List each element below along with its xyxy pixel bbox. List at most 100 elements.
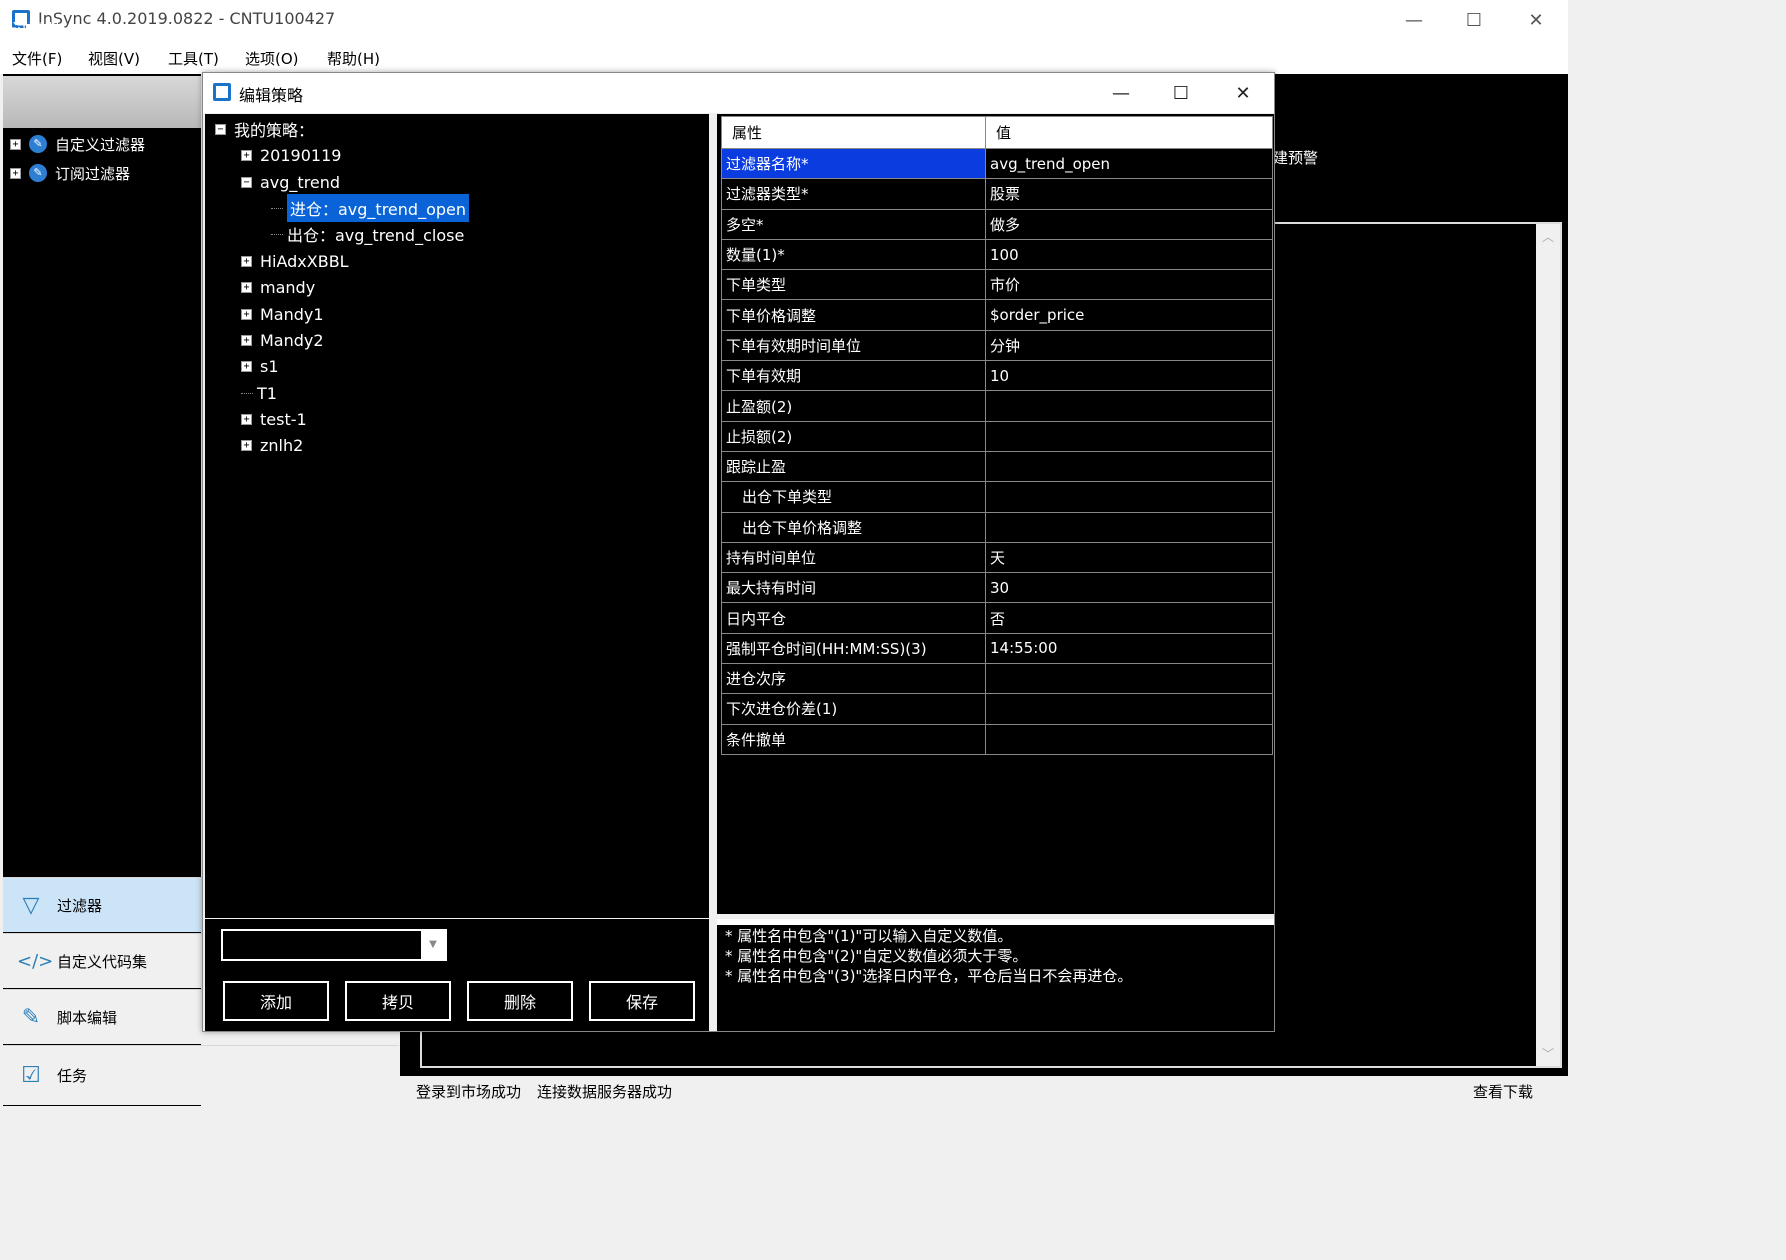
property-value-cell[interactable]: 股票 [985,178,1273,210]
property-value-cell[interactable]: 14:55:00 [985,632,1273,665]
property-name-cell[interactable]: 跟踪止盈 [721,450,986,483]
close-button[interactable]: ✕ [1506,0,1566,40]
expand-icon[interactable]: + [10,138,21,150]
property-name-cell[interactable]: 止损额(2) [721,420,986,452]
property-value-cell[interactable]: 天 [985,541,1273,574]
tree-node[interactable]: + Mandy2 [241,327,324,353]
expand-icon[interactable]: + [241,413,252,425]
table-row[interactable]: 出仓下单类型 [721,481,1273,513]
table-row[interactable]: 下单类型 市价 [721,269,1273,301]
view-downloads-link[interactable]: 查看下载 [1473,1081,1533,1102]
property-value-cell[interactable]: avg_trend_open [985,147,1273,180]
tree-node[interactable]: − avg_trend [241,169,340,195]
save-button[interactable]: 保存 [589,981,695,1021]
property-name-cell[interactable]: 下单类型 [721,269,986,301]
scroll-up-icon[interactable]: ︿ [1542,228,1554,245]
property-value-cell[interactable] [985,663,1273,695]
dialog-minimize-button[interactable]: — [1091,73,1151,113]
property-name-cell[interactable]: 止盈额(2) [721,390,986,422]
property-value-cell[interactable] [985,481,1273,513]
menu-options[interactable]: 选项(O) [245,48,299,69]
property-value-cell[interactable]: 市价 [985,269,1273,301]
tree-node[interactable]: + test-1 [241,406,307,432]
table-row[interactable]: 过滤器名称* avg_trend_open [721,147,1273,180]
table-row[interactable]: 持有时间单位天 [721,541,1273,574]
table-row[interactable]: 止损额(2) [721,420,1273,452]
table-row[interactable]: 条件撤单 [721,723,1273,755]
property-value-cell[interactable]: $order_price [985,299,1273,331]
property-name-cell[interactable]: 下次进仓价差(1) [721,693,986,725]
collapse-icon[interactable]: − [215,123,226,135]
dialog-maximize-button[interactable]: ☐ [1151,73,1211,113]
property-value-cell[interactable]: 100 [985,238,1273,271]
expand-icon[interactable]: + [241,308,252,320]
tree-node[interactable]: T1 [241,380,277,406]
property-value-cell[interactable]: 30 [985,572,1273,604]
table-row[interactable]: 出仓下单价格调整 [721,511,1273,543]
expand-icon[interactable]: + [241,334,252,346]
property-name-cell[interactable]: 出仓下单类型 [721,481,986,513]
property-value-cell[interactable] [985,420,1273,452]
tree-node[interactable]: + znlh2 [241,432,303,458]
table-row[interactable]: 强制平仓时间(HH:MM:SS)(3) 14:55:00 [721,632,1273,665]
property-name-cell[interactable]: 强制平仓时间(HH:MM:SS)(3) [721,632,986,665]
tree-root[interactable]: − 我的策略： [215,116,314,142]
property-name-cell[interactable]: 过滤器类型* [721,178,986,210]
delete-button[interactable]: 删除 [467,981,573,1021]
property-name-cell[interactable]: 最大持有时间 [721,572,986,604]
strategy-type-combo[interactable]: ▼ [221,929,447,961]
tree-node[interactable]: + HiAdxXBBL [241,248,349,274]
property-name-cell[interactable]: 日内平仓 [721,602,986,634]
menu-file[interactable]: 文件(F) [12,48,62,69]
tree-item-custom-filter[interactable]: + ✎ 自定义过滤器 [10,131,145,157]
table-row[interactable]: 进仓次序 [721,663,1273,695]
table-row[interactable]: 多空* 做多 [721,208,1273,240]
property-name-cell[interactable]: 下单价格调整 [721,299,986,331]
table-row[interactable]: 止盈额(2) [721,390,1273,422]
property-name-cell[interactable]: 持有时间单位 [721,541,986,574]
expand-icon[interactable]: + [241,281,252,293]
partial-tab-label[interactable]: 建预警 [1273,147,1318,168]
property-name-cell[interactable]: 下单有效期时间单位 [721,329,986,362]
table-row[interactable]: 过滤器类型* 股票 [721,178,1273,210]
dialog-close-button[interactable]: ✕ [1213,73,1273,113]
property-name-cell[interactable]: 条件撤单 [721,723,986,755]
tree-node-selected[interactable]: 进仓：avg_trend_open [271,194,470,222]
property-value-cell[interactable] [985,390,1273,422]
expand-icon[interactable]: + [10,167,21,179]
expand-icon[interactable]: + [241,149,252,161]
expand-icon[interactable]: + [241,439,252,451]
chevron-down-icon[interactable]: ▼ [421,931,445,959]
tree-item-subscribed-filter[interactable]: + ✎ 订阅过滤器 [10,160,130,186]
table-row[interactable]: 下单有效期时间单位 分钟 [721,329,1273,362]
table-row[interactable]: 日内平仓否 [721,602,1273,634]
scroll-down-icon[interactable]: ﹀ [1542,1045,1554,1062]
collapse-icon[interactable]: − [241,176,252,188]
property-value-cell[interactable] [985,511,1273,543]
table-row[interactable]: 下单有效期 10 [721,360,1273,392]
property-value-cell[interactable]: 10 [985,360,1273,392]
minimize-button[interactable]: — [1384,0,1444,40]
tree-node[interactable]: + 20190119 [241,142,341,168]
property-value-cell[interactable]: 分钟 [985,329,1273,362]
table-row[interactable]: 下次进仓价差(1) [721,693,1273,725]
expand-icon[interactable]: + [241,360,252,372]
property-name-cell[interactable]: 数量(1)* [721,238,986,271]
table-row[interactable]: 下单价格调整 $order_price [721,299,1273,331]
property-value-cell[interactable] [985,450,1273,483]
property-name-cell[interactable]: 出仓下单价格调整 [721,511,986,543]
copy-button[interactable]: 拷贝 [345,981,451,1021]
property-value-cell[interactable]: 做多 [985,208,1273,240]
property-name-cell[interactable]: 过滤器名称* [721,147,986,180]
tree-node[interactable]: + Mandy1 [241,301,324,327]
property-value-cell[interactable]: 否 [985,602,1273,634]
menu-help[interactable]: 帮助(H) [327,48,380,69]
nav-task[interactable]: ☑ 任务 [3,1045,399,1105]
table-row[interactable]: 跟踪止盈 [721,450,1273,483]
tree-node[interactable]: 出仓：avg_trend_close [271,221,464,247]
maximize-button[interactable]: ☐ [1444,0,1504,40]
log-scrollbar[interactable]: ︿ ﹀ [1536,224,1560,1066]
expand-icon[interactable]: + [241,255,252,267]
property-name-cell[interactable]: 进仓次序 [721,663,986,695]
property-value-cell[interactable] [985,723,1273,755]
